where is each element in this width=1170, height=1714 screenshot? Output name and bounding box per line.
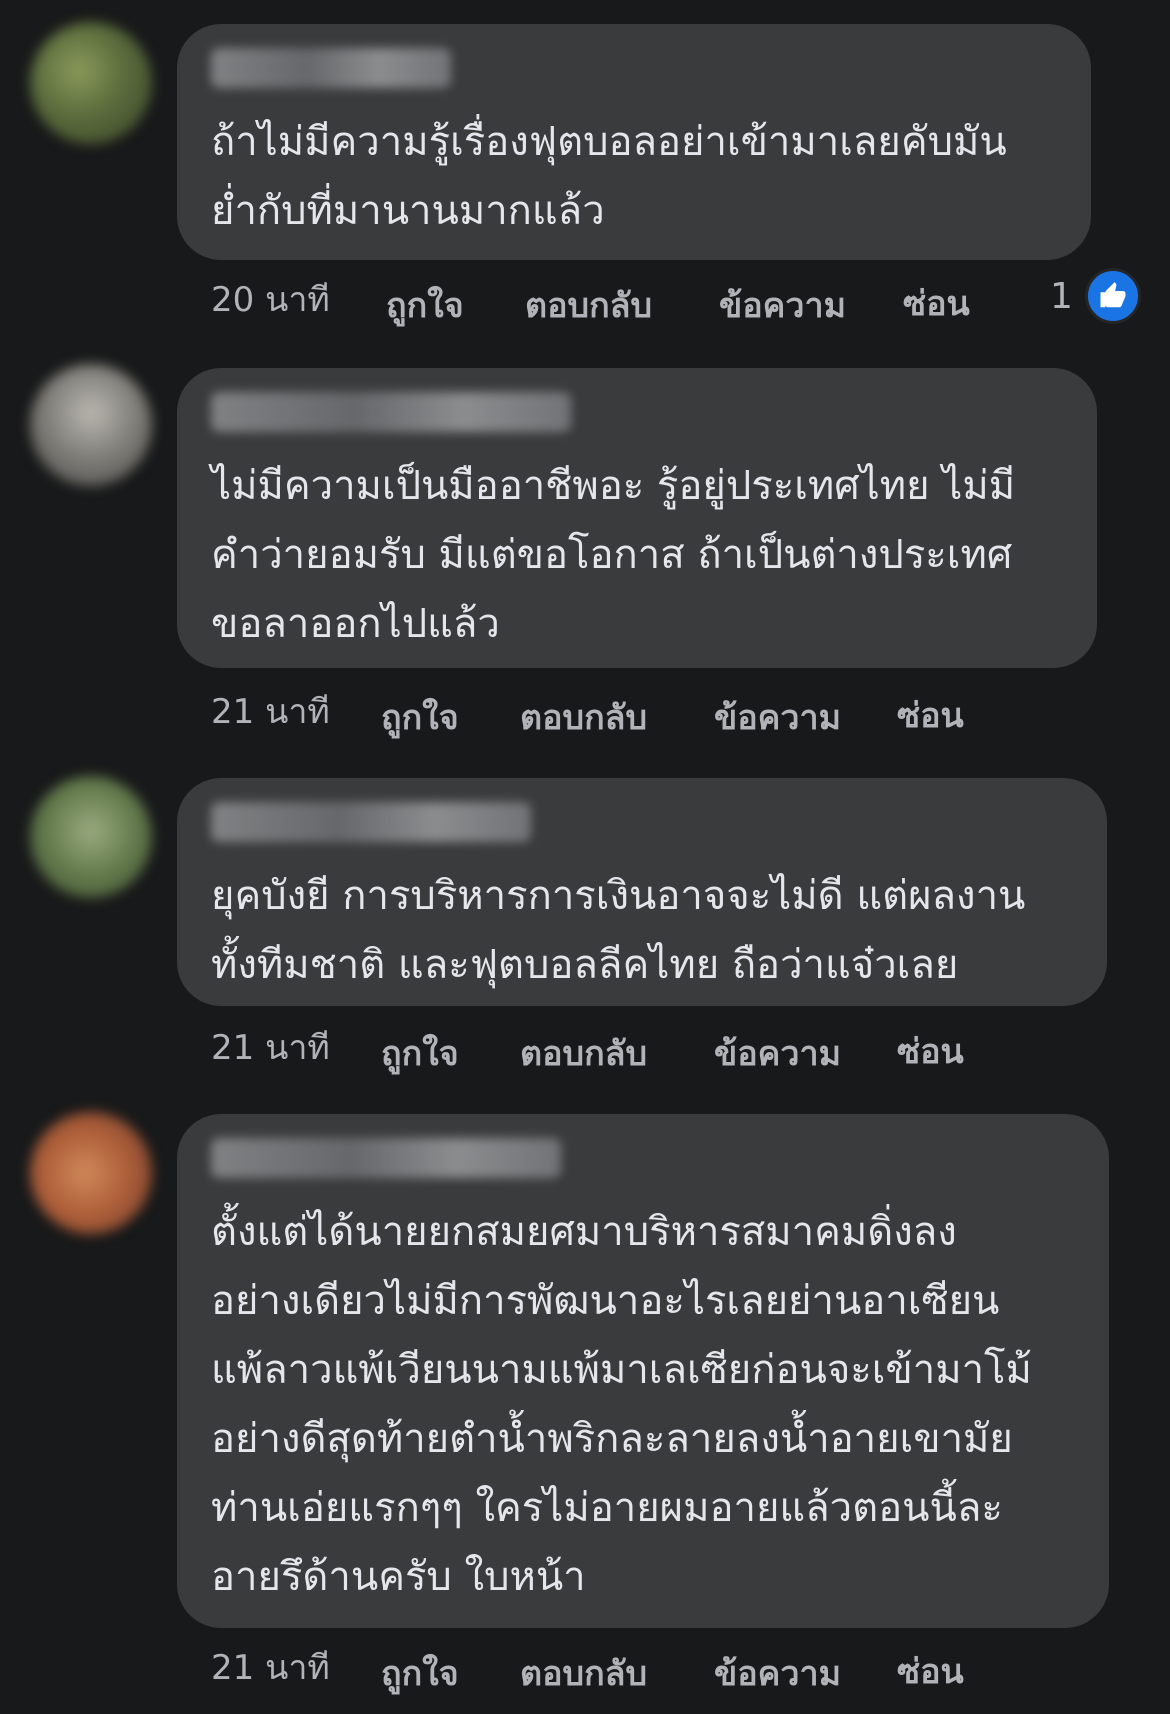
- comment-bubble: ตั้งแต่ได้นายยกสมยศมาบริหารสมาคมดิ่งลง อ…: [177, 1114, 1109, 1628]
- message-button[interactable]: ข้อความ: [714, 1026, 841, 1080]
- author-name-blurred[interactable]: [211, 1138, 561, 1178]
- timestamp[interactable]: 21 นาที: [211, 1020, 330, 1074]
- hide-button[interactable]: ซ่อน: [897, 688, 964, 742]
- hide-button[interactable]: ซ่อน: [903, 276, 970, 330]
- comment-text: ถ้าไม่มีความรู้เรื่องฟุตบอลอย่าเข้ามาเลย…: [211, 119, 1007, 234]
- author-name-blurred[interactable]: [211, 48, 451, 88]
- avatar[interactable]: [30, 1112, 152, 1234]
- comment-text: ไม่มีความเป็นมืออาชีพอะ รู้อยู่ประเทศไทย…: [211, 463, 1016, 647]
- comment-bubble: ไม่มีความเป็นมืออาชีพอะ รู้อยู่ประเทศไทย…: [177, 368, 1097, 668]
- reply-button[interactable]: ตอบกลับ: [520, 1026, 647, 1080]
- like-button[interactable]: ถูกใจ: [386, 278, 464, 332]
- comment-bubble: ถ้าไม่มีความรู้เรื่องฟุตบอลอย่าเข้ามาเลย…: [177, 24, 1091, 260]
- timestamp[interactable]: 21 นาที: [211, 1640, 330, 1694]
- timestamp[interactable]: 20 นาที: [211, 272, 330, 326]
- comment-actions: 21 นาที ถูกใจ ตอบกลับ ข้อความ ซ่อน: [211, 1020, 1111, 1080]
- like-icon: [1084, 268, 1141, 324]
- comment-bubble: ยุคบังยี การบริหารการเงินอาจจะไม่ดี แต่ผ…: [177, 778, 1107, 1006]
- reply-button[interactable]: ตอบกลับ: [525, 278, 652, 332]
- reaction-summary[interactable]: 1: [1050, 268, 1141, 324]
- reply-button[interactable]: ตอบกลับ: [520, 1646, 647, 1700]
- comment-actions: 21 นาที ถูกใจ ตอบกลับ ข้อความ ซ่อน: [211, 1640, 1111, 1700]
- reply-button[interactable]: ตอบกลับ: [520, 690, 647, 744]
- author-name-blurred[interactable]: [211, 802, 531, 842]
- message-button[interactable]: ข้อความ: [714, 1646, 841, 1700]
- hide-button[interactable]: ซ่อน: [897, 1644, 964, 1698]
- hide-button[interactable]: ซ่อน: [897, 1024, 964, 1078]
- message-button[interactable]: ข้อความ: [719, 278, 846, 332]
- comment-actions: 21 นาที ถูกใจ ตอบกลับ ข้อความ ซ่อน: [211, 684, 1111, 744]
- reaction-count: 1: [1050, 275, 1073, 317]
- avatar[interactable]: [30, 22, 152, 144]
- like-button[interactable]: ถูกใจ: [381, 1646, 459, 1700]
- comment-text: ตั้งแต่ได้นายยกสมยศมาบริหารสมาคมดิ่งลง อ…: [211, 1209, 1032, 1600]
- like-button[interactable]: ถูกใจ: [381, 1026, 459, 1080]
- avatar[interactable]: [30, 776, 152, 898]
- author-name-blurred[interactable]: [211, 392, 571, 432]
- comment-actions: 20 นาที ถูกใจ ตอบกลับ ข้อความ ซ่อน: [211, 272, 1151, 332]
- timestamp[interactable]: 21 นาที: [211, 684, 330, 738]
- avatar[interactable]: [30, 364, 152, 486]
- comment-text: ยุคบังยี การบริหารการเงินอาจจะไม่ดี แต่ผ…: [211, 873, 1026, 988]
- message-button[interactable]: ข้อความ: [714, 690, 841, 744]
- like-button[interactable]: ถูกใจ: [381, 690, 459, 744]
